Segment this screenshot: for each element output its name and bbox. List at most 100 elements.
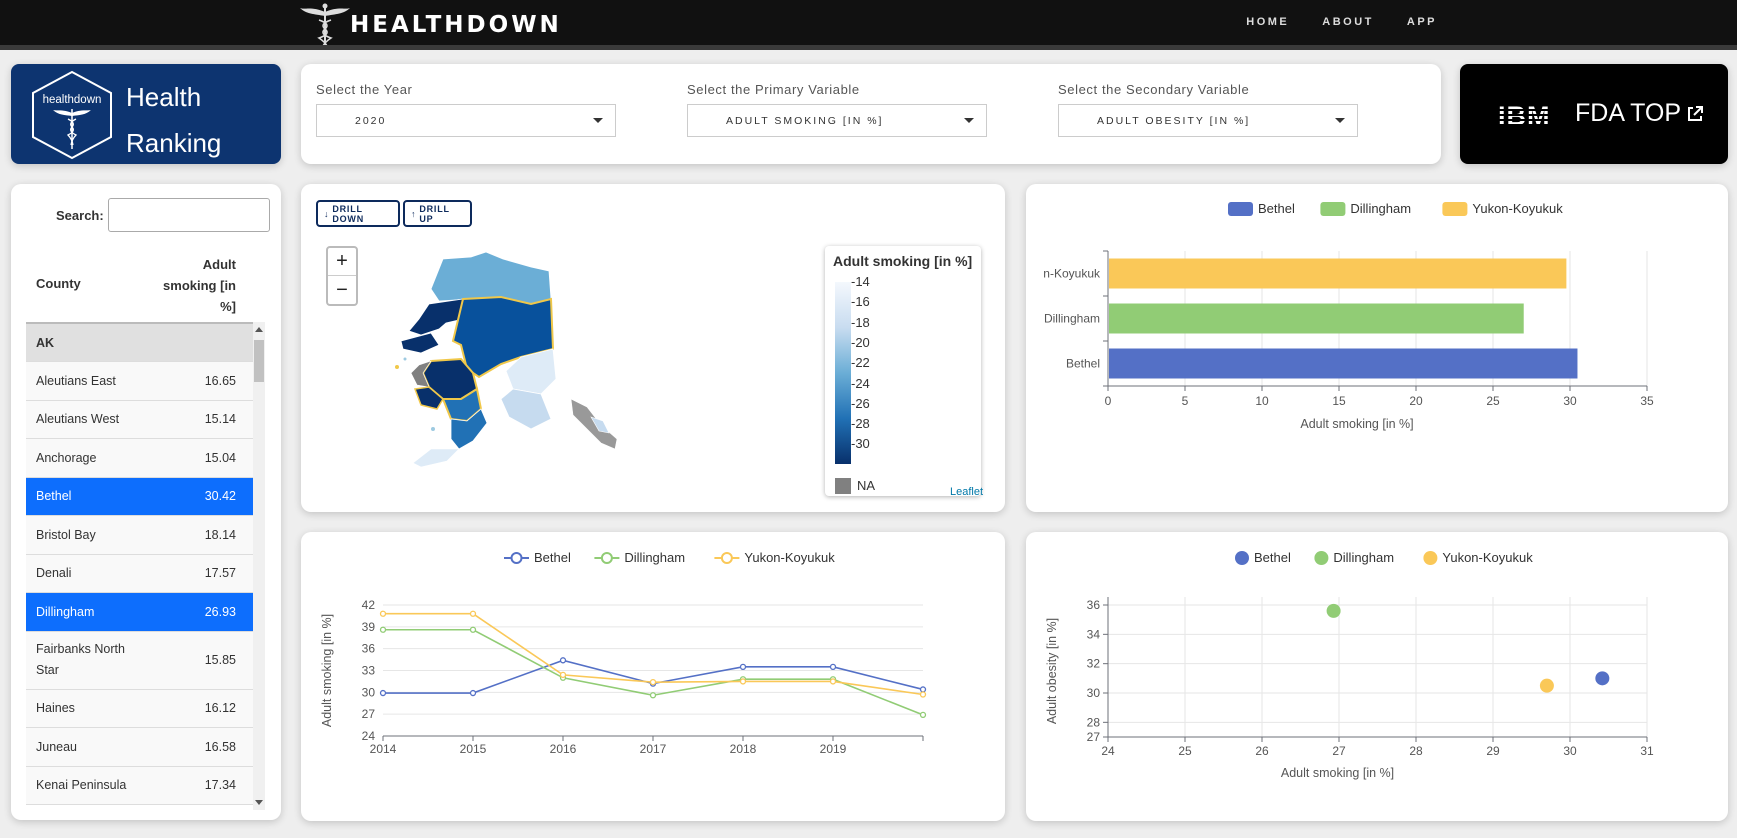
leaflet-attribution-link[interactable]: Leaflet	[950, 486, 983, 498]
ibm-logo: IBM	[1498, 101, 1551, 131]
map-legend-tick: -14	[851, 274, 870, 289]
y-tick-label: 30	[1087, 686, 1101, 700]
table-row[interactable]: Denali 17.57	[26, 554, 260, 593]
table-header: County Adult smoking [in %]	[26, 246, 260, 320]
table-row[interactable]: Bristol Bay 18.14	[26, 516, 260, 555]
data-point	[379, 626, 387, 633]
nav-app-link[interactable]: APP	[1407, 16, 1437, 28]
zoom-in-button[interactable]: +	[328, 248, 356, 276]
navbar: HEALTHDOWN HOME ABOUT APP	[0, 0, 1737, 50]
x-tick-label: 2018	[730, 742, 757, 756]
line-chart-card: Bethel Dillingham Yukon-Koyukuk 24 27 30 33 36 3…	[301, 532, 1005, 821]
map-legend-tick: -28	[851, 416, 870, 432]
data-point	[919, 686, 927, 693]
legend-label: Yukon-Koyukuk	[1472, 201, 1563, 216]
legend-label: Dillingham	[1350, 201, 1411, 216]
table-body: AK Aleutians East 16.65 Aleutians West 15.14…	[26, 322, 260, 810]
data-point	[739, 663, 747, 671]
table-row[interactable]: Aleutians East 16.65	[26, 362, 260, 401]
column-header-value[interactable]: Adult smoking [in %]	[146, 254, 236, 317]
series-line-dillingham	[383, 628, 924, 716]
legend-marker-bethel	[1235, 551, 1249, 565]
scroll-thumb[interactable]	[254, 340, 264, 382]
table-row[interactable]: Fairbanks North Star 15.85	[26, 631, 260, 690]
legend-label: Dillingham	[624, 550, 685, 565]
x-tick-label: 25	[1486, 394, 1500, 408]
y-tick-label: n-Koyukuk	[1043, 267, 1101, 281]
table-row[interactable]: Dillingham 26.93	[26, 593, 260, 632]
legend-label: Yukon-Koyukuk	[1442, 550, 1533, 565]
nav-links: HOME ABOUT APP	[1246, 16, 1437, 28]
primary-variable-selector-group: Select the Primary Variable ADULT SMOKIN…	[687, 82, 987, 137]
nav-home-link[interactable]: HOME	[1246, 16, 1289, 28]
map-island	[395, 365, 399, 369]
table-row[interactable]: Anchorage 15.04	[26, 439, 260, 478]
scroll-down-icon[interactable]	[255, 800, 263, 805]
column-header-county[interactable]: County	[36, 276, 81, 291]
fda-top-link[interactable]: FDA TOP	[1575, 99, 1704, 128]
legend-label: Bethel	[1254, 550, 1291, 565]
y-tick-label: Dillingham	[1044, 312, 1100, 326]
y-tick-label: 36	[1087, 598, 1101, 612]
y-tick-label: 27	[362, 707, 376, 721]
fda-top-label: FDA TOP	[1575, 99, 1682, 127]
x-tick-label: 15	[1332, 394, 1346, 408]
x-tick-label: 30	[1563, 744, 1577, 758]
drill-up-button[interactable]: ↑ DRILL UP	[403, 200, 472, 227]
legend-label: Bethel	[534, 550, 571, 565]
y-tick-label: 30	[362, 685, 376, 699]
table-row[interactable]: Kenai Peninsula 17.34	[26, 766, 260, 805]
brand[interactable]: HEALTHDOWN	[298, 2, 562, 48]
ibm-fda-card: IBM FDA TOP	[1460, 64, 1728, 164]
table-cell-county: Haines	[36, 701, 75, 716]
y-tick-label: 32	[1087, 657, 1101, 671]
map-region-aleutians-east	[412, 448, 460, 468]
table-row[interactable]: Haines 16.12	[26, 689, 260, 728]
map-legend-na-label: NA	[857, 478, 876, 493]
scroll-up-icon[interactable]	[255, 327, 263, 332]
secondary-variable-select[interactable]: ADULT OBESITY [IN %]	[1058, 104, 1358, 137]
year-selector-group: Select the Year 2020	[316, 82, 616, 137]
alaska-choropleth-map[interactable]	[391, 249, 651, 469]
x-axis-label: Adult smoking [in %]	[1281, 766, 1394, 780]
table-cell-value: 30.42	[204, 489, 236, 504]
data-point	[649, 678, 657, 686]
data-point	[559, 657, 567, 664]
scatter-point-dillingham	[1326, 603, 1341, 618]
nav-about-link[interactable]: ABOUT	[1322, 16, 1374, 28]
healthdown-hex-logo: healthdown	[32, 70, 112, 160]
data-point	[919, 711, 927, 719]
bar-chart: Bethel Dillingham Yukon-Koyukuk 0 5 10 15 20 25 3…	[1043, 201, 1654, 431]
selector-card: Select the Year 2020 Select the Primary …	[301, 64, 1441, 164]
search-input[interactable]	[107, 198, 270, 232]
navbar-stripe	[0, 45, 1737, 50]
map-legend-tick: -20	[851, 334, 870, 350]
legend-marker	[510, 552, 523, 564]
primary-variable-select[interactable]: ADULT SMOKING [IN %]	[687, 104, 987, 137]
zoom-out-button[interactable]: −	[328, 276, 356, 304]
table-cell-value: 17.57	[204, 566, 236, 581]
drill-down-button[interactable]: ↓ DRILL DOWN	[316, 200, 400, 227]
table-row[interactable]: Bethel 30.42	[26, 477, 260, 516]
table-cell-value: 15.85	[204, 652, 236, 667]
year-select[interactable]: 2020	[316, 104, 616, 137]
data-point	[649, 692, 657, 699]
legend-marker	[720, 552, 733, 564]
table-scrollbar[interactable]	[253, 322, 265, 810]
table-row[interactable]: Aleutians West 15.14	[26, 400, 260, 439]
map-region-seward	[400, 332, 440, 354]
health-ranking-card: healthdown Health Ranking	[11, 64, 281, 164]
map-card: ↓ DRILL DOWN ↑ DRILL UP + − Adult smokin…	[301, 184, 1005, 512]
table-group-row[interactable]: AK	[26, 324, 260, 362]
y-tick-label: 28	[1087, 715, 1101, 729]
table-cell-county: Dillingham	[36, 604, 95, 619]
bar-chart-card: Bethel Dillingham Yukon-Koyukuk 0 5 10 15 20 25 3…	[1026, 184, 1728, 512]
x-tick-label: 30	[1563, 394, 1577, 408]
x-tick-label: 26	[1255, 744, 1269, 758]
scatter-chart-card: Bethel Dillingham Yukon-Koyukuk 24 25 26 27 28 2…	[1026, 532, 1728, 821]
scatter-chart: Bethel Dillingham Yukon-Koyukuk24 25 26 27 28 2…	[1045, 550, 1654, 780]
table-row[interactable]: Juneau 16.58	[26, 728, 260, 767]
map-legend-tick: -16	[851, 294, 870, 310]
x-tick-label: 10	[1255, 394, 1269, 408]
legend-label: Bethel	[1258, 201, 1295, 216]
